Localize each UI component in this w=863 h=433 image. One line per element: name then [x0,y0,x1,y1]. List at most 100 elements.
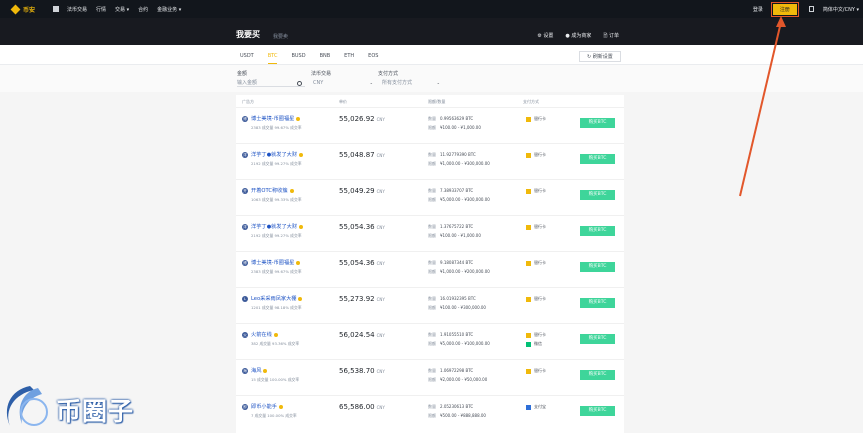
settings-link[interactable]: ⚙ 设置 [537,32,553,41]
tab-btc[interactable]: BTC [267,53,278,64]
payment-method-label: 银行卡 [534,296,546,301]
top-right-actions: 登录 注册 简体中文/CNY ▾ [753,0,859,18]
tab-busd[interactable]: BUSD [291,53,305,64]
quantity-value: 1.06972298 BTC [440,368,474,373]
buy-btc-button[interactable]: 购买BTC [580,406,615,416]
nav-item-trade[interactable]: 交易 ▾ [115,6,129,13]
advertiser-name-text: 博士美境-币圈福星 [251,116,295,122]
limit-key: 限额 [428,161,436,166]
limit-key: 限额 [428,341,436,346]
price-currency: CNY [376,261,385,266]
limit: 限额 ¥100.00 - ¥1,000.00 [428,125,481,131]
orders-link[interactable]: 🗎 订单 [603,32,619,41]
tab-eos[interactable]: EOS [368,53,378,64]
payment-method-label: 银行卡 [534,260,546,265]
avatar: 博 [242,260,248,266]
amount-input[interactable]: 输入金额 [237,78,305,87]
verified-badge-icon [289,188,294,193]
quantity: 数量 16.01932395 BTC [428,296,476,302]
limit-key: 限额 [428,377,436,382]
nav-item-futures[interactable]: 合约 [138,6,148,13]
download-icon[interactable] [808,6,814,12]
search-icon[interactable] [297,81,302,86]
tab-buy[interactable]: 我要买 [236,29,260,40]
tab-sell[interactable]: 我要卖 [273,33,288,40]
price-currency: CNY [376,117,385,122]
advertiser-name[interactable]: Leo采采雨凤家大棚 [251,295,303,302]
price-value: 55,049.29 [339,187,375,195]
table-row: 火 火箭在线 382 成交量 93.36% 成交率 56,024.54 CNY 数… [236,323,624,359]
advertiser-name[interactable]: 博士美境-币圈福星 [251,259,301,266]
table-row: 开 开着OTC称收簇 1063 成交量 99.33% 成交率 55,049.29… [236,179,624,215]
login-link[interactable]: 登录 [753,6,763,13]
nav-item-markets[interactable]: 行情 [96,6,106,13]
buy-btc-button[interactable]: 购买BTC [580,298,615,308]
become-merchant-link[interactable]: ● 成为商家 [565,32,591,41]
quantity-key: 数量 [428,224,436,229]
avatar: 洋 [242,152,248,158]
table-row: 博 博士美境-币圈福星 2383 成交量 99.67% 成交率 55,054.3… [236,251,624,287]
advertiser-name[interactable]: 开着OTC称收簇 [251,187,294,194]
nav-item-finance[interactable]: 金融业务 ▾ [157,6,181,13]
table-row: 博 博士美境-币圈福星 2383 成交量 99.67% 成交率 55,026.9… [236,107,624,143]
quantity-value: 2.05230613 BTC [440,404,474,409]
verified-badge-icon [296,116,301,121]
verified-badge-icon [296,260,301,265]
register-button[interactable]: 注册 [772,3,797,15]
apps-grid-icon[interactable] [53,6,59,12]
price: 65,586.00 CNY [339,403,385,411]
price-value: 56,024.54 [339,331,375,339]
payment-label: 支付方式 [378,71,399,77]
price-currency: CNY [376,225,385,230]
tab-eth[interactable]: ETH [344,53,354,64]
limit-value: ¥100.00 - ¥1,000.00 [440,233,481,238]
buy-btc-button[interactable]: 购买BTC [580,334,615,344]
buy-btc-button[interactable]: 购买BTC [580,226,615,236]
price: 55,273.92 CNY [339,295,385,303]
refresh-settings-button[interactable]: ↻ 刷新设置 [579,51,621,62]
logo-text: 币安 [23,6,36,14]
buy-btc-button[interactable]: 购买BTC [580,118,615,128]
buy-btc-button[interactable]: 购买BTC [580,262,615,272]
quantity-value: 1.37675722 BTC [440,224,474,229]
currency-select[interactable]: CNY ⌄ [313,78,373,87]
language-currency-selector[interactable]: 简体中文/CNY ▾ [823,6,859,13]
alipay-icon [526,404,531,410]
quantity-value: 0.99563629 BTC [440,116,474,121]
price-currency: CNY [376,297,385,302]
advertiser-name[interactable]: 洋芋丁●就发了大财 [251,223,304,230]
verified-badge-icon [299,152,304,157]
payment-method-label: 银行卡 [534,332,546,337]
price: 55,054.36 CNY [339,259,385,267]
advertiser-name[interactable]: 博士美境-币圈福星 [251,115,301,122]
limit: 限额 ¥2,000.00 - ¥50,000.00 [428,377,487,383]
payment-method: 微信 [526,341,542,347]
buy-btc-button[interactable]: 购买BTC [580,154,615,164]
price-currency: CNY [376,369,385,374]
table-row: 海 海风 15 成交量 100.00% 成交率 56,538.70 CNY 数量 1… [236,359,624,395]
buy-btc-button[interactable]: 购买BTC [580,370,615,380]
payment-method: 银行卡 [526,332,546,338]
currency-label: 法币交易 [311,71,332,77]
nav-item-fiat[interactable]: 法币交易 [67,6,87,13]
verified-badge-icon [263,368,268,373]
tab-usdt[interactable]: USDT [240,53,254,64]
quantity-key: 数量 [428,116,436,121]
advertiser-name[interactable]: 火箭在线 [251,331,278,338]
payment-select[interactable]: 所有支付方式 ⌄ [382,78,440,87]
amount-label: 金额 [237,71,248,77]
advertiser-name[interactable]: 洋芋丁●就发了大财 [251,151,304,158]
bank-icon [526,224,531,230]
avatar: 博 [242,116,248,122]
header-payment: 支付方式 [523,99,539,104]
quantity-value: 7.38933707 BTC [440,188,474,193]
chevron-down-icon: ⌄ [436,80,440,85]
quantity: 数量 11.92779390 BTC [428,152,476,158]
buy-btc-button[interactable]: 购买BTC [580,190,615,200]
binance-logo[interactable]: 币安 [10,4,36,14]
advertiser-name[interactable]: 海风 [251,367,268,374]
advertiser-name[interactable]: 即币小能手 [251,403,283,410]
advertiser-name-text: 洋芋丁●就发了大财 [251,152,298,158]
tab-bnb[interactable]: BNB [320,53,331,64]
register-highlight-box: 注册 [770,1,799,17]
